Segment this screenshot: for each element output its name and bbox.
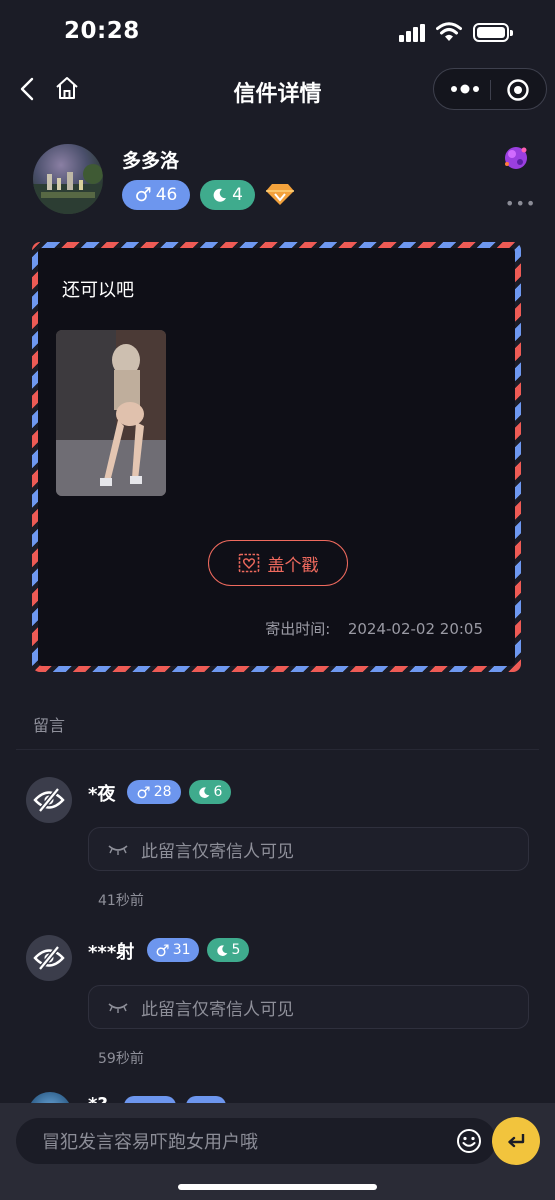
status-bar: 20:28 xyxy=(0,0,555,64)
close-miniprogram-icon[interactable] xyxy=(506,78,530,102)
male-icon: ♂ xyxy=(155,940,170,960)
comment-age-badge: ♂ 28 xyxy=(127,780,181,804)
stamp-label: 盖个戳 xyxy=(267,555,319,576)
comment-bubble: 此留言仅寄信人可见 xyxy=(88,985,529,1029)
divider xyxy=(16,749,539,750)
planet-icon[interactable] xyxy=(500,142,532,174)
wifi-icon xyxy=(436,22,462,41)
cellular-signal-icon xyxy=(399,24,425,42)
sender-moon-count: 4 xyxy=(232,185,243,205)
stamp-button[interactable]: 盖个戳 xyxy=(208,540,348,586)
moon-icon xyxy=(213,188,227,202)
nav-bar: 信件详情 xyxy=(0,64,555,114)
stamp-heart-icon xyxy=(238,553,259,573)
sender-age: 46 xyxy=(155,185,178,205)
comment-author: ***射 xyxy=(88,942,135,963)
battery-icon xyxy=(473,23,513,42)
capsule-divider xyxy=(490,80,491,100)
comment-avatar[interactable] xyxy=(26,935,72,981)
comment-age-badge: ♂ 31 xyxy=(147,938,199,962)
comment-moon-count: 5 xyxy=(231,942,241,958)
emoji-icon[interactable] xyxy=(456,1128,482,1154)
comment-moon-badge: 5 xyxy=(207,938,249,962)
moon-icon xyxy=(198,786,209,798)
comment-avatar[interactable] xyxy=(26,777,72,823)
send-time-label: 寄出时间: xyxy=(265,620,331,638)
more-menu-icon[interactable] xyxy=(448,79,482,99)
comment-bubble: 此留言仅寄信人可见 xyxy=(88,827,529,871)
male-icon: ♂ xyxy=(134,184,152,206)
letter-body: 还可以吧 盖个戳 寄出时间: 2024-02-02 20:05 xyxy=(38,248,515,666)
comments-section-title: 留言 xyxy=(33,716,66,735)
letter-card: 还可以吧 盖个戳 寄出时间: 2024-02-02 20:05 xyxy=(32,242,521,672)
closed-eye-icon xyxy=(108,1003,128,1013)
vip-diamond-icon xyxy=(266,184,294,205)
status-time: 20:28 xyxy=(64,18,140,44)
sender-avatar[interactable] xyxy=(33,144,103,214)
comment-input-placeholder: 冒犯发言容易吓跑女用户哦 xyxy=(42,1132,258,1153)
closed-eye-icon xyxy=(108,845,128,855)
sender-moon-badge: 4 xyxy=(200,180,255,210)
comment-moon-count: 6 xyxy=(213,784,223,800)
miniprogram-capsule xyxy=(433,68,547,110)
male-icon: ♂ xyxy=(136,782,151,802)
hidden-comment-text: 此留言仅寄信人可见 xyxy=(141,841,294,862)
comment-moon-badge: 6 xyxy=(189,780,231,804)
comment-age: 28 xyxy=(153,784,172,800)
moon-icon xyxy=(216,944,227,956)
hidden-eye-icon xyxy=(33,787,65,813)
comment-input-bar: 冒犯发言容易吓跑女用户哦 xyxy=(0,1103,555,1200)
letter-photo[interactable] xyxy=(56,330,166,496)
more-options-icon[interactable]: ••• xyxy=(505,194,536,213)
comment-input[interactable]: 冒犯发言容易吓跑女用户哦 xyxy=(16,1118,496,1164)
enter-icon xyxy=(508,1134,525,1148)
comment-time: 41秒前 xyxy=(98,893,144,909)
hidden-eye-icon xyxy=(33,945,65,971)
avatar-photo xyxy=(33,164,103,214)
comment-author: *夜 xyxy=(88,784,116,805)
comment-age: 31 xyxy=(172,942,191,958)
hidden-comment-text: 此留言仅寄信人可见 xyxy=(141,999,294,1020)
send-time: 寄出时间: 2024-02-02 20:05 xyxy=(265,618,483,639)
send-button[interactable] xyxy=(492,1117,540,1165)
letter-text: 还可以吧 xyxy=(62,280,134,301)
comment-time: 59秒前 xyxy=(98,1051,144,1067)
sender-name: 多多洛 xyxy=(122,150,180,172)
sender-age-badge: ♂ 46 xyxy=(122,180,190,210)
photo-image xyxy=(56,330,166,496)
home-indicator xyxy=(178,1184,377,1190)
send-time-value: 2024-02-02 20:05 xyxy=(347,620,483,638)
